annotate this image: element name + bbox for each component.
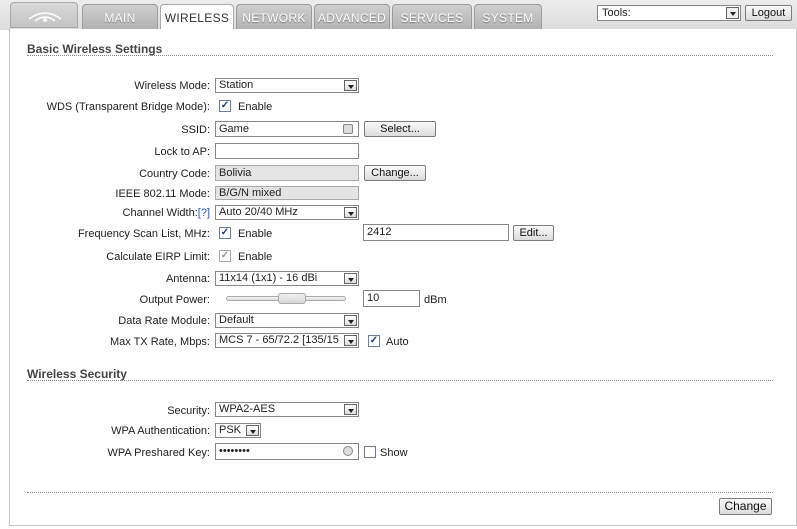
output-power-label: Output Power: <box>139 294 210 306</box>
freq-scan-enable-label: Enable <box>238 228 273 240</box>
chevron-down-icon <box>344 315 357 326</box>
tab-main[interactable]: MAIN <box>82 4 158 30</box>
show-key-label: Show <box>380 447 408 459</box>
freq-scan-input[interactable]: 2412 <box>363 224 509 241</box>
antenna-value: 11x14 (1x1) - 16 dBi <box>219 272 318 284</box>
lock-ap-label: Lock to AP: <box>154 146 210 158</box>
output-power-unit: dBm <box>424 294 447 306</box>
wpa-auth-select[interactable]: PSK <box>215 423 261 438</box>
wireless-mode-value: Station <box>219 79 254 91</box>
freq-scan-label: Frequency Scan List, MHz: <box>77 228 210 240</box>
antenna-label: Antenna: <box>165 273 210 285</box>
logout-button[interactable]: Logout <box>745 5 792 21</box>
output-power-slider-handle[interactable] <box>278 293 307 304</box>
wpa-key-value: •••••••• <box>219 445 250 457</box>
security-select[interactable]: WPA2-AES <box>215 402 359 417</box>
change-country-button[interactable]: Change... <box>364 165 426 181</box>
lock-ap-input[interactable] <box>215 143 359 159</box>
show-key-checkbox[interactable] <box>364 446 376 458</box>
security-label: Security: <box>167 405 210 417</box>
footer-divider <box>27 492 773 493</box>
max-tx-label: Max TX Rate, Mbps: <box>109 336 210 348</box>
tab-system[interactable]: SYSTEM <box>474 4 542 30</box>
output-power-value: 10 <box>367 292 380 304</box>
data-rate-select[interactable]: Default <box>215 313 359 328</box>
wds-checkbox[interactable]: ✓ <box>219 100 231 112</box>
ieee-mode-value: B/G/N mixed <box>219 187 282 199</box>
tab-wireless[interactable]: WIRELESS <box>160 4 234 31</box>
tools-label: Tools: <box>602 7 631 19</box>
chevron-down-icon <box>344 80 357 91</box>
antenna-select[interactable]: 11x14 (1x1) - 16 dBi <box>215 271 359 286</box>
data-rate-label: Data Rate Module: <box>118 315 210 327</box>
channel-width-help-link[interactable]: [?] <box>198 207 210 219</box>
wpa-auth-label: WPA Authentication: <box>111 425 210 437</box>
select-ssid-button[interactable]: Select... <box>364 121 436 137</box>
tab-network[interactable]: NETWORK <box>236 4 312 30</box>
eirp-checkbox[interactable]: ✓ <box>219 250 231 262</box>
wpa-auth-value: PSK <box>219 424 242 436</box>
chevron-down-icon <box>344 207 357 218</box>
chevron-down-icon <box>246 425 259 436</box>
channel-width-label: Channel Width:[?] <box>0 207 210 219</box>
lock-icon <box>343 124 353 134</box>
key-icon <box>343 446 353 456</box>
auto-tx-checkbox[interactable]: ✓ <box>368 335 380 347</box>
freq-scan-checkbox[interactable]: ✓ <box>219 227 231 239</box>
basic-wireless-title: Basic Wireless Settings <box>27 42 163 56</box>
wpa-key-label: WPA Preshared Key: <box>107 447 210 459</box>
data-rate-value: Default <box>219 314 254 326</box>
edit-freq-button[interactable]: Edit... <box>513 225 554 241</box>
output-power-input[interactable]: 10 <box>363 290 420 307</box>
ssid-input[interactable]: Game <box>215 121 359 137</box>
wireless-mode-select[interactable]: Station <box>215 78 359 93</box>
change-button[interactable]: Change <box>719 498 772 515</box>
wireless-security-title: Wireless Security <box>27 367 127 381</box>
chevron-down-icon <box>726 7 739 19</box>
wds-enable-label: Enable <box>238 101 273 113</box>
tab-advanced[interactable]: ADVANCED <box>314 4 390 30</box>
country-code-label: Country Code: <box>139 168 210 180</box>
max-tx-select[interactable]: MCS 7 - 65/72.2 [135/15 <box>215 333 359 348</box>
tools-dropdown[interactable]: Tools: <box>597 5 741 21</box>
channel-width-text: Channel Width: <box>122 207 198 219</box>
wds-label: WDS (Transparent Bridge Mode): <box>46 101 210 113</box>
tab-services[interactable]: SERVICES <box>392 4 472 30</box>
top-bar: MAIN WIRELESS NETWORK ADVANCED SERVICES … <box>0 0 797 31</box>
channel-width-select[interactable]: Auto 20/40 MHz <box>215 205 359 220</box>
logo-icon <box>28 12 62 22</box>
eirp-label: Calculate EIRP Limit: <box>106 251 210 263</box>
max-tx-value: MCS 7 - 65/72.2 [135/15 <box>219 334 339 346</box>
ubiquiti-logo <box>10 2 78 28</box>
channel-width-value: Auto 20/40 MHz <box>219 206 298 218</box>
auto-tx-label: Auto <box>386 336 409 348</box>
eirp-enable-label: Enable <box>238 251 273 263</box>
chevron-down-icon <box>344 335 357 346</box>
country-code-value: Bolivia <box>219 167 252 179</box>
security-value: WPA2-AES <box>219 403 276 415</box>
ssid-label: SSID: <box>181 124 210 136</box>
freq-scan-value: 2412 <box>367 226 392 238</box>
ieee-mode-field: B/G/N mixed <box>215 186 359 200</box>
section-divider <box>27 380 773 381</box>
chevron-down-icon <box>344 273 357 284</box>
wpa-key-input[interactable]: •••••••• <box>215 443 359 460</box>
chevron-down-icon <box>344 404 357 415</box>
section-divider <box>27 55 773 56</box>
wireless-mode-label: Wireless Mode: <box>134 80 210 92</box>
ieee-mode-label: IEEE 802.11 Mode: <box>115 188 210 200</box>
country-code-field: Bolivia <box>215 165 359 181</box>
ssid-value: Game <box>219 123 249 135</box>
